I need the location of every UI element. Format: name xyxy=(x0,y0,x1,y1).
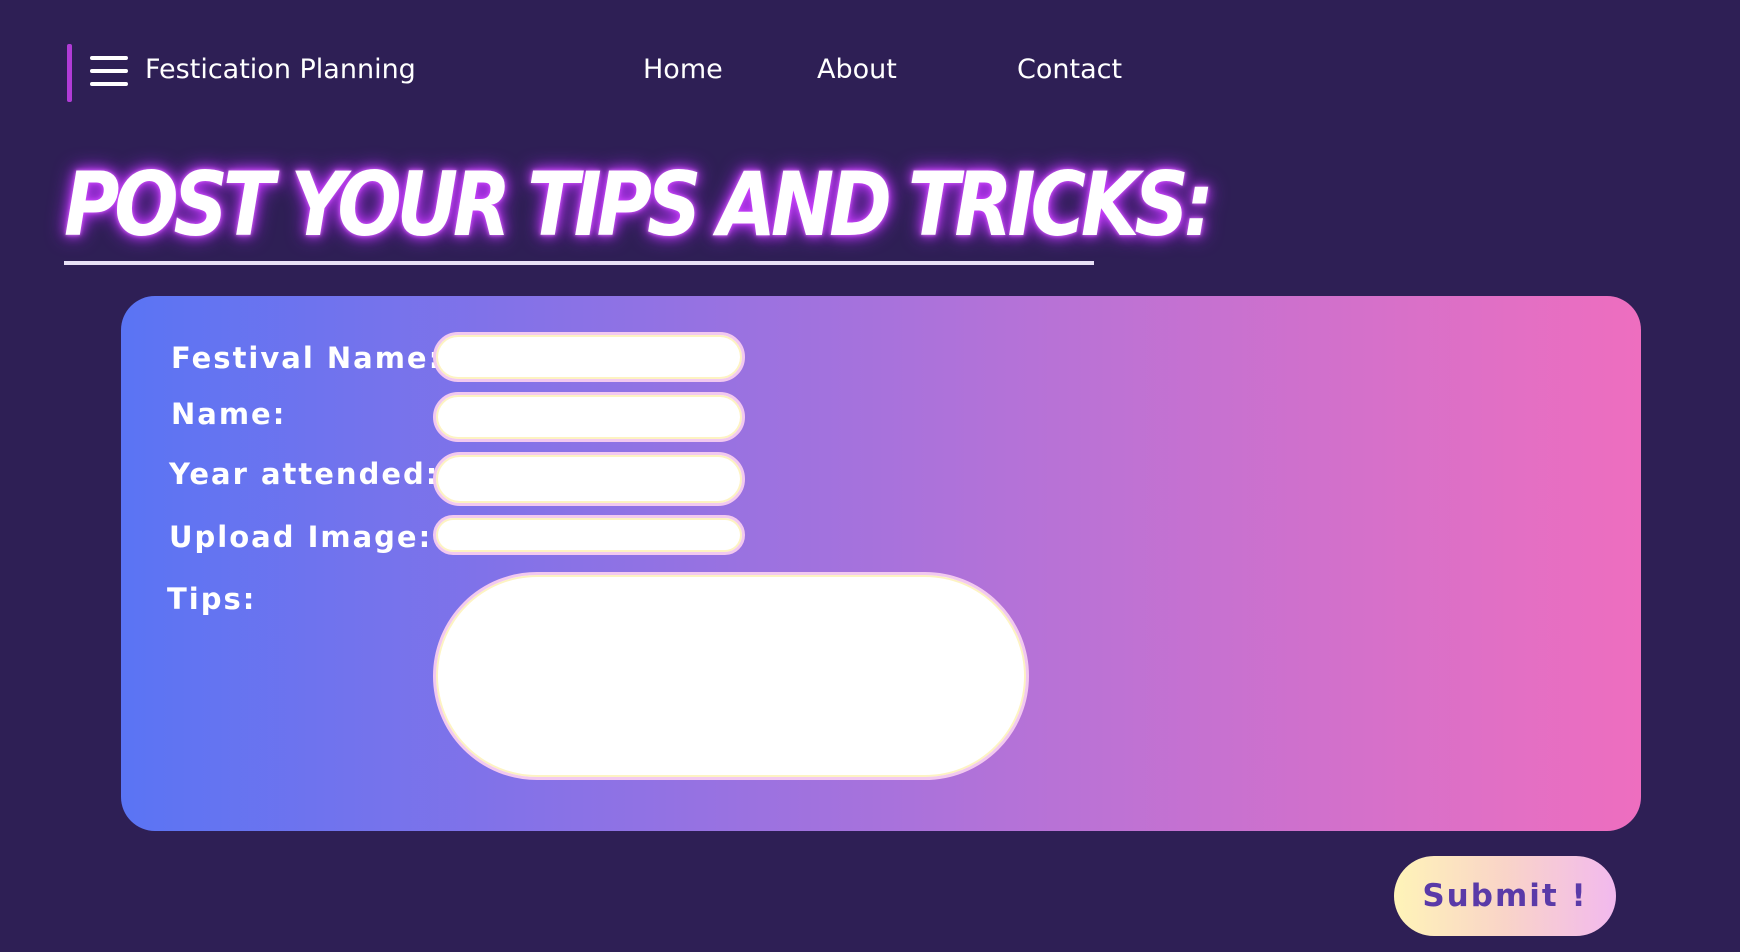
header: Festication Planning Home About Contact xyxy=(0,0,1740,140)
name-input[interactable] xyxy=(433,392,745,442)
hamburger-menu-icon[interactable] xyxy=(90,56,128,88)
year-attended-label: Year attended: xyxy=(169,457,440,491)
title-underline xyxy=(64,261,1094,265)
year-attended-input[interactable] xyxy=(433,452,745,506)
tips-form: Festival Name: Name: Year attended: Uplo… xyxy=(121,296,1641,831)
tips-label: Tips: xyxy=(167,582,257,616)
upload-image-label: Upload Image: xyxy=(169,520,433,554)
festival-name-input[interactable] xyxy=(433,332,745,382)
nav-about-link[interactable]: About xyxy=(817,52,897,88)
submit-button[interactable]: Submit ! xyxy=(1394,856,1616,936)
page-title: Post your tips and tricks: xyxy=(64,153,1214,256)
page: Festication Planning Home About Contact … xyxy=(0,0,1740,952)
tips-textarea[interactable] xyxy=(433,572,1029,780)
brand-name: Festication Planning xyxy=(145,54,416,85)
accent-bar xyxy=(67,44,72,102)
festival-name-label: Festival Name: xyxy=(171,341,443,375)
nav-contact-link[interactable]: Contact xyxy=(1017,52,1122,88)
nav-home-link[interactable]: Home xyxy=(643,52,723,88)
name-label: Name: xyxy=(171,397,287,431)
upload-image-input[interactable] xyxy=(433,515,745,555)
